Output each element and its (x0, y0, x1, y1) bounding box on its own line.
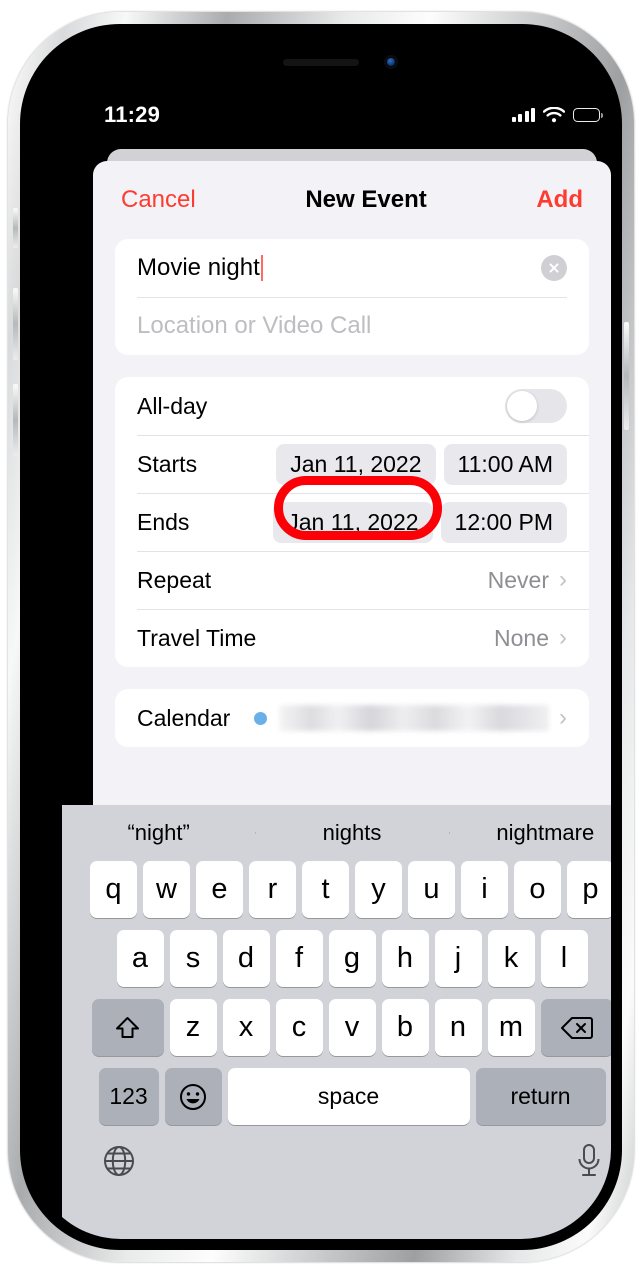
key-g[interactable]: g (328, 930, 376, 987)
event-title-field[interactable]: Movie night (115, 239, 589, 297)
shift-arrow-icon (116, 1016, 139, 1038)
chevron-right-icon: › (559, 624, 567, 651)
status-time: 11:29 (104, 102, 161, 127)
wifi-icon (543, 107, 565, 123)
repeat-label: Repeat (137, 566, 212, 593)
keyboard-bottom-bar (62, 1137, 611, 1179)
chevron-right-icon: › (559, 566, 567, 593)
volume-down-button[interactable] (13, 384, 18, 456)
calendar-color-dot (254, 711, 268, 725)
backspace-key[interactable] (540, 999, 611, 1056)
add-button[interactable]: Add (536, 186, 583, 214)
event-details-group: Movie night Location or Video Call (115, 239, 589, 355)
calendar-row[interactable]: Calendar › (115, 689, 589, 747)
screenshot-root: Cancel New Event Add Movie night Locatio… (0, 0, 642, 1274)
globe-icon (104, 1146, 134, 1176)
repeat-row[interactable]: Repeat Never › (115, 551, 589, 609)
key-h[interactable]: h (381, 930, 429, 987)
event-location-field[interactable]: Location or Video Call (115, 297, 589, 355)
space-key[interactable]: space (227, 1068, 470, 1125)
page-title: New Event (305, 186, 427, 213)
key-p[interactable]: p (567, 861, 611, 918)
all-day-toggle[interactable] (505, 389, 567, 423)
calendar-label: Calendar (137, 704, 231, 731)
ends-time-chip[interactable]: 12:00 PM (440, 501, 567, 543)
key-b[interactable]: b (381, 999, 429, 1056)
front-camera (384, 55, 398, 69)
key-v[interactable]: v (328, 999, 376, 1056)
key-w[interactable]: w (143, 861, 190, 918)
key-u[interactable]: u (408, 861, 455, 918)
all-day-label: All-day (137, 392, 208, 419)
key-c[interactable]: c (275, 999, 323, 1056)
annotation-ellipse (274, 476, 442, 540)
suggestion-2[interactable]: nightmare (448, 820, 611, 846)
earpiece-speaker (283, 59, 359, 66)
key-m[interactable]: m (487, 999, 535, 1056)
ends-label: Ends (137, 508, 190, 535)
cellular-signal-icon (511, 108, 535, 122)
keyboard-row-2: a s d f g h j k l (62, 930, 611, 987)
all-day-row[interactable]: All-day (115, 377, 589, 435)
repeat-value: Never (487, 566, 549, 593)
suggestion-bar: “night” nights nightmare (62, 805, 611, 861)
calendar-name-redacted (279, 705, 549, 731)
key-x[interactable]: x (222, 999, 270, 1056)
emoji-key[interactable] (164, 1068, 222, 1125)
key-q[interactable]: q (90, 861, 137, 918)
battery-icon (573, 108, 603, 122)
key-z[interactable]: z (169, 999, 217, 1056)
key-k[interactable]: k (487, 930, 535, 987)
return-key[interactable]: return (475, 1068, 606, 1125)
key-f[interactable]: f (275, 930, 323, 987)
globe-key[interactable] (102, 1144, 136, 1178)
keyboard-row-4: 123 space return (62, 1068, 611, 1125)
travel-time-row[interactable]: Travel Time None › (115, 609, 589, 667)
key-a[interactable]: a (116, 930, 164, 987)
power-button[interactable] (624, 322, 629, 430)
microphone-icon (578, 1144, 600, 1176)
volume-up-button[interactable] (13, 288, 18, 360)
key-t[interactable]: t (302, 861, 349, 918)
starts-label: Starts (137, 450, 198, 477)
shift-key[interactable] (91, 999, 164, 1056)
suggestion-1[interactable]: nights (255, 820, 448, 846)
key-s[interactable]: s (169, 930, 217, 987)
sheet-navigation-bar: Cancel New Event Add (93, 161, 611, 239)
key-r[interactable]: r (249, 861, 296, 918)
keyboard-row-3: z x c v b n m (62, 999, 611, 1056)
emoji-smiley-icon (180, 1083, 206, 1110)
keyboard-row-1: q w e r t y u i o p (62, 861, 611, 918)
cancel-button[interactable]: Cancel (121, 186, 196, 214)
numbers-key[interactable]: 123 (98, 1068, 159, 1125)
status-bar: 11:29 (62, 95, 611, 135)
starts-time-chip[interactable]: 11:00 AM (443, 443, 567, 485)
key-j[interactable]: j (434, 930, 482, 987)
on-screen-keyboard: “night” nights nightmare q w e r t y u i… (62, 805, 611, 1239)
dictation-key[interactable] (576, 1143, 602, 1179)
key-l[interactable]: l (540, 930, 588, 987)
key-o[interactable]: o (514, 861, 561, 918)
travel-time-value: None (494, 624, 549, 651)
chevron-right-icon: › (559, 704, 567, 731)
backspace-icon (560, 1016, 593, 1039)
text-cursor (260, 255, 263, 281)
event-location-placeholder: Location or Video Call (137, 312, 372, 339)
event-title-value: Movie night (137, 254, 260, 281)
mute-switch[interactable] (13, 208, 18, 248)
phone-screen: Cancel New Event Add Movie night Locatio… (31, 35, 611, 1239)
key-n[interactable]: n (434, 999, 482, 1056)
travel-time-label: Travel Time (137, 624, 257, 651)
clear-text-icon[interactable] (541, 255, 567, 281)
key-i[interactable]: i (461, 861, 508, 918)
key-d[interactable]: d (222, 930, 270, 987)
suggestion-0[interactable]: “night” (62, 820, 255, 846)
key-y[interactable]: y (355, 861, 402, 918)
key-e[interactable]: e (196, 861, 243, 918)
calendar-group: Calendar › (115, 689, 589, 747)
